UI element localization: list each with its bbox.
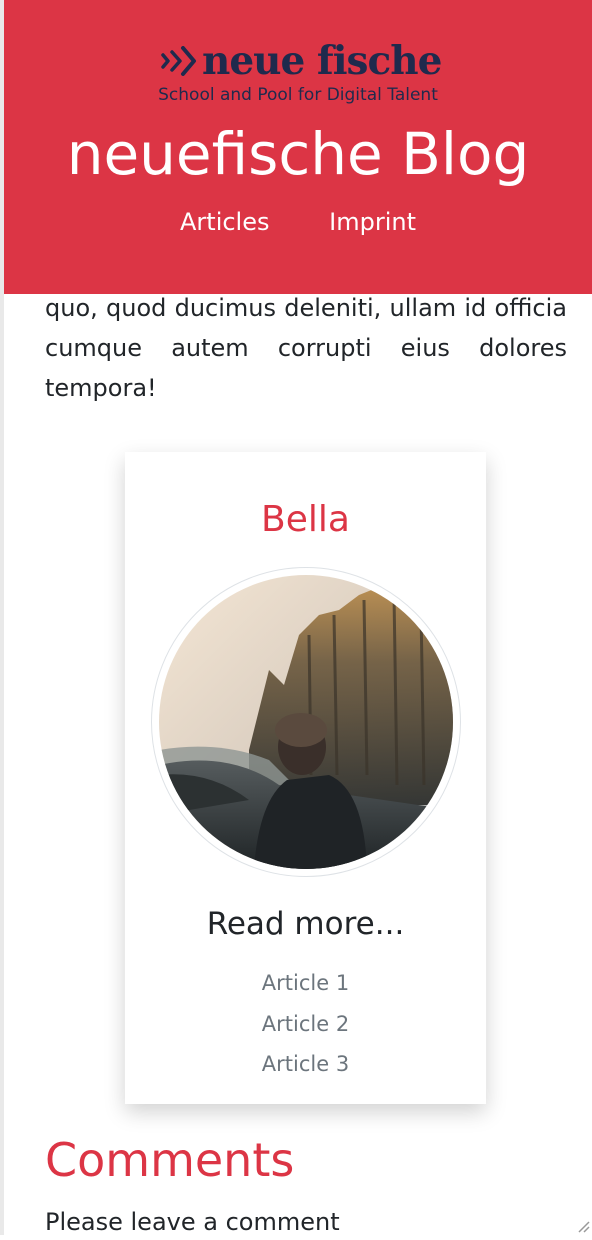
article-1-link[interactable]: Article 1 xyxy=(262,971,349,995)
person-in-forest-photo-icon xyxy=(159,575,453,869)
article-3-link[interactable]: Article 3 xyxy=(262,1052,349,1076)
nav-imprint-link[interactable]: Imprint xyxy=(329,208,416,236)
main-nav: Articles Imprint xyxy=(4,204,592,240)
list-item: Article 2 xyxy=(125,1004,486,1045)
author-name: Bella xyxy=(261,499,350,540)
author-avatar xyxy=(151,567,461,877)
comments-heading: Comments xyxy=(45,1133,295,1187)
list-item: Article 1 xyxy=(125,963,486,1004)
author-photo xyxy=(159,575,453,869)
read-more-heading: Read more... xyxy=(206,906,405,942)
neue-fische-logo[interactable]: neue fische School and Pool for Digital … xyxy=(4,36,592,106)
fish-logo-icon xyxy=(161,46,196,76)
page-title: neuefische Blog xyxy=(66,120,530,188)
resize-grip-icon[interactable] xyxy=(574,1217,590,1233)
article-body-text: quo, quod ducimus deleniti, ullam id off… xyxy=(45,294,567,402)
author-article-list: Article 1 Article 2 Article 3 xyxy=(125,963,486,1085)
list-item: Article 3 xyxy=(125,1044,486,1085)
article-2-link[interactable]: Article 2 xyxy=(262,1012,349,1036)
author-card: Bella Read more... Article 1 Article 2 A… xyxy=(125,452,486,1104)
nav-articles-link[interactable]: Articles xyxy=(180,208,270,236)
site-header: neue fische School and Pool for Digital … xyxy=(4,0,592,294)
logo-wordmark: neue fische xyxy=(202,38,442,84)
logo-tagline: School and Pool for Digital Talent xyxy=(158,85,438,105)
